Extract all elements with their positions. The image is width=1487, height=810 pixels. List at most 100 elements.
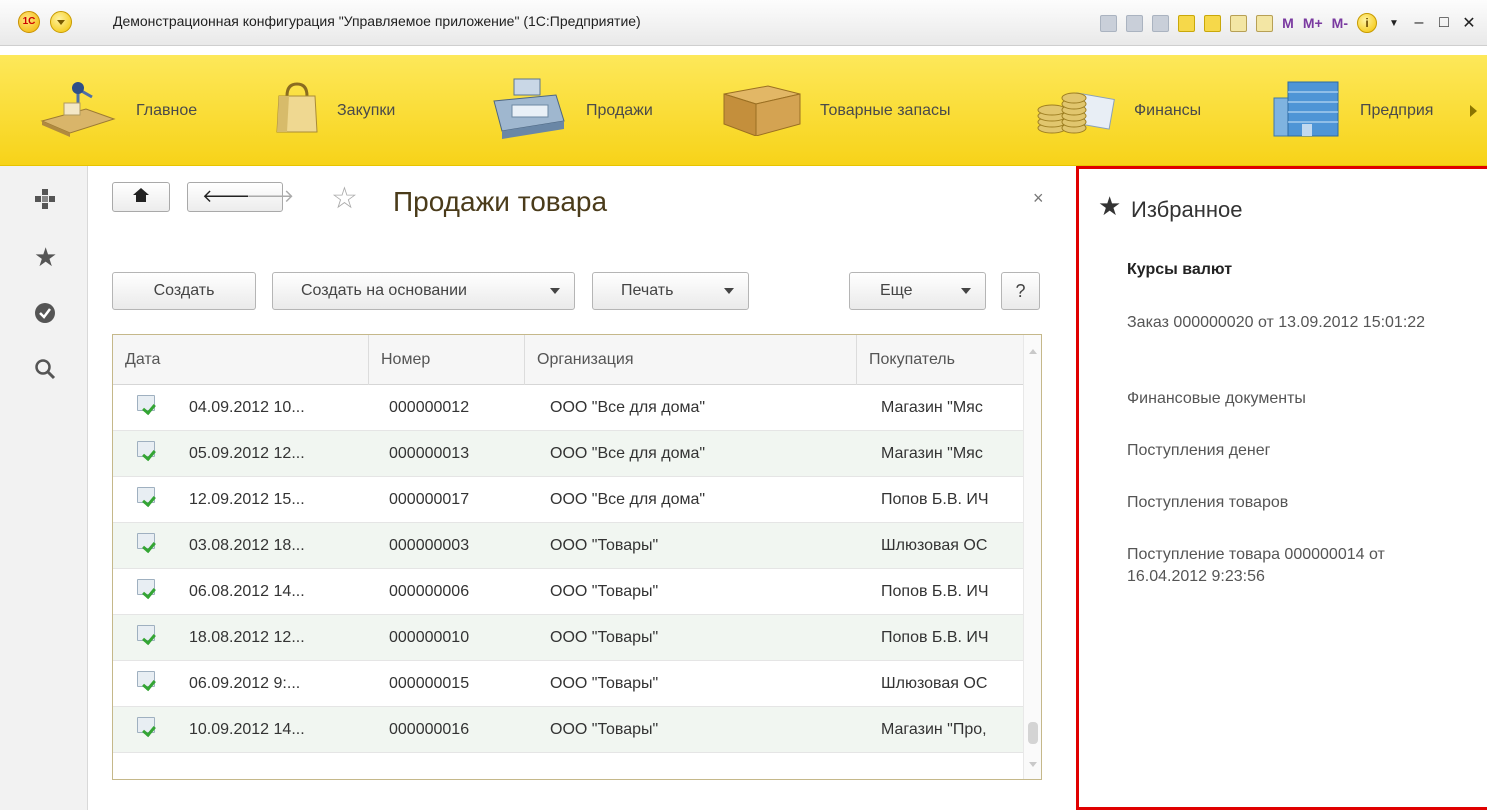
cell-organization: ООО "Все для дома" — [550, 491, 706, 508]
section-enterprise[interactable]: Предприя — [1272, 55, 1433, 166]
sales-table[interactable]: Дата Номер Организация Покупатель 04.09.… — [112, 334, 1042, 780]
favorite-item[interactable]: Поступления денег — [1127, 440, 1447, 462]
create-based-on-label: Создать на основании — [301, 282, 467, 299]
cell-date: 12.09.2012 15... — [189, 491, 305, 508]
cell-organization: ООО "Все для дома" — [550, 445, 706, 462]
cell-organization: ООО "Товары" — [550, 721, 659, 738]
posted-document-icon — [137, 395, 155, 411]
home-icon — [132, 186, 150, 209]
create-based-on-button[interactable]: Создать на основании — [272, 272, 575, 310]
preview-icon[interactable] — [1152, 14, 1170, 32]
calendar-icon[interactable] — [1256, 14, 1274, 32]
section-main[interactable]: Главное — [38, 55, 197, 166]
add-to-favorites-star-icon[interactable]: ☆ — [331, 184, 358, 214]
chevron-down-icon — [961, 288, 971, 294]
section-label: Закупки — [337, 101, 396, 119]
posted-document-icon — [137, 625, 155, 641]
cell-date: 10.09.2012 14... — [189, 721, 305, 738]
favorites-icon[interactable] — [1204, 14, 1222, 32]
save-icon[interactable] — [1100, 14, 1118, 32]
search-icon[interactable] — [34, 358, 56, 380]
favorite-item[interactable]: Поступление товара 000000014 от 16.04.20… — [1127, 544, 1447, 588]
chevron-down-icon[interactable]: ▼ — [1386, 18, 1402, 29]
more-button[interactable]: Еще — [849, 272, 986, 310]
cell-date: 06.09.2012 9:... — [189, 675, 301, 692]
close-button[interactable]: ✕ — [1461, 13, 1477, 33]
column-number[interactable]: Номер — [369, 335, 525, 385]
help-button[interactable]: ? — [1001, 272, 1040, 310]
table-row[interactable]: 03.08.2012 18... 000000003 ООО "Товары" … — [113, 523, 1025, 569]
column-buyer[interactable]: Покупатель — [857, 335, 1025, 385]
cell-organization: ООО "Товары" — [550, 675, 659, 692]
app-logo-icon[interactable]: 1С — [18, 11, 40, 33]
section-purchases[interactable]: Закупки — [275, 55, 395, 166]
functions-icon[interactable] — [34, 188, 56, 210]
table-row[interactable]: 06.09.2012 9:... 000000015 ООО "Товары" … — [113, 661, 1025, 707]
sales-list-form: 🡐 🡒 ☆ Продажи товара × Создать Создать н… — [88, 166, 1076, 810]
posted-document-icon — [137, 717, 155, 733]
memory-minus-button[interactable]: M- — [1332, 15, 1348, 31]
posted-document-icon — [137, 533, 155, 549]
add-favorite-icon[interactable] — [1178, 14, 1196, 32]
cell-number: 000000012 — [389, 399, 470, 416]
cell-date: 03.08.2012 18... — [189, 537, 305, 554]
sections-scroll-right-icon[interactable] — [1470, 105, 1477, 117]
section-finance[interactable]: Финансы — [1036, 55, 1201, 166]
back-arrow-icon[interactable]: 🡐 — [202, 186, 250, 207]
print-icon[interactable] — [1126, 14, 1144, 32]
create-button[interactable]: Создать — [112, 272, 256, 310]
favorite-item[interactable]: Курсы валют — [1127, 259, 1447, 281]
main-menu-button[interactable] — [50, 11, 72, 33]
page-title: Продажи товара — [393, 186, 608, 217]
favorites-title: Избранное — [1131, 197, 1243, 222]
table-row[interactable]: 06.08.2012 14... 000000006 ООО "Товары" … — [113, 569, 1025, 615]
memory-button[interactable]: M — [1282, 15, 1294, 31]
table-row[interactable]: 18.08.2012 12... 000000010 ООО "Товары" … — [113, 615, 1025, 661]
office-building-icon — [1272, 78, 1342, 143]
posted-document-icon — [137, 487, 155, 503]
home-button[interactable] — [112, 182, 170, 212]
section-inventory[interactable]: Товарные запасы — [722, 55, 951, 166]
print-button[interactable]: Печать — [592, 272, 749, 310]
scroll-down-icon[interactable] — [1029, 762, 1037, 767]
section-label: Предприя — [1360, 101, 1434, 119]
star-icon: ★ — [1098, 191, 1122, 221]
form-close-button[interactable]: × — [1033, 188, 1044, 209]
scroll-thumb[interactable] — [1028, 722, 1038, 744]
cell-number: 000000003 — [389, 537, 470, 554]
cell-date: 06.08.2012 14... — [189, 583, 305, 600]
favorite-item[interactable]: Поступления товаров — [1127, 492, 1447, 514]
favorite-item[interactable]: Заказ 000000020 от 13.09.2012 15:01:22 — [1127, 312, 1447, 334]
window-title: Демонстрационная конфигурация "Управляем… — [113, 13, 641, 29]
table-row[interactable]: 12.09.2012 15... 000000017 ООО "Все для … — [113, 477, 1025, 523]
calculator-icon[interactable] — [1230, 14, 1248, 32]
cardboard-box-icon — [722, 80, 802, 141]
maximize-button[interactable]: □ — [1436, 14, 1452, 32]
memory-plus-button[interactable]: M+ — [1303, 15, 1323, 31]
column-organization[interactable]: Организация — [525, 335, 857, 385]
column-date[interactable]: Дата — [113, 335, 369, 385]
history-icon[interactable] — [34, 302, 56, 324]
cell-date: 04.09.2012 10... — [189, 399, 305, 416]
print-button-label: Печать — [621, 282, 674, 299]
table-row[interactable]: 04.09.2012 10... 000000012 ООО "Все для … — [113, 385, 1025, 431]
favorite-item[interactable]: Финансовые документы — [1127, 388, 1447, 410]
cell-number: 000000010 — [389, 629, 470, 646]
cell-buyer: Шлюзовая ОС — [881, 675, 988, 692]
section-label: Главное — [136, 101, 198, 119]
table-row[interactable]: 05.09.2012 12... 000000013 ООО "Все для … — [113, 431, 1025, 477]
minimize-button[interactable]: – — [1411, 14, 1427, 32]
table-row[interactable]: 10.09.2012 14... 000000016 ООО "Товары" … — [113, 707, 1025, 753]
cell-buyer: Магазин "Мяс — [881, 445, 983, 462]
scroll-up-icon[interactable] — [1029, 349, 1037, 354]
info-icon[interactable]: i — [1357, 13, 1377, 33]
cell-buyer: Попов Б.В. ИЧ — [881, 629, 989, 646]
history-nav-group: 🡐 🡒 — [187, 182, 294, 212]
cell-organization: ООО "Все для дома" — [550, 399, 706, 416]
table-header: Дата Номер Организация Покупатель — [113, 335, 1041, 385]
star-icon[interactable]: ★ — [34, 244, 57, 270]
tools-panel: ★ — [0, 166, 88, 810]
table-scrollbar[interactable] — [1023, 335, 1041, 779]
forward-arrow-icon[interactable]: 🡒 — [246, 186, 294, 207]
section-sales[interactable]: Продажи — [488, 55, 653, 166]
